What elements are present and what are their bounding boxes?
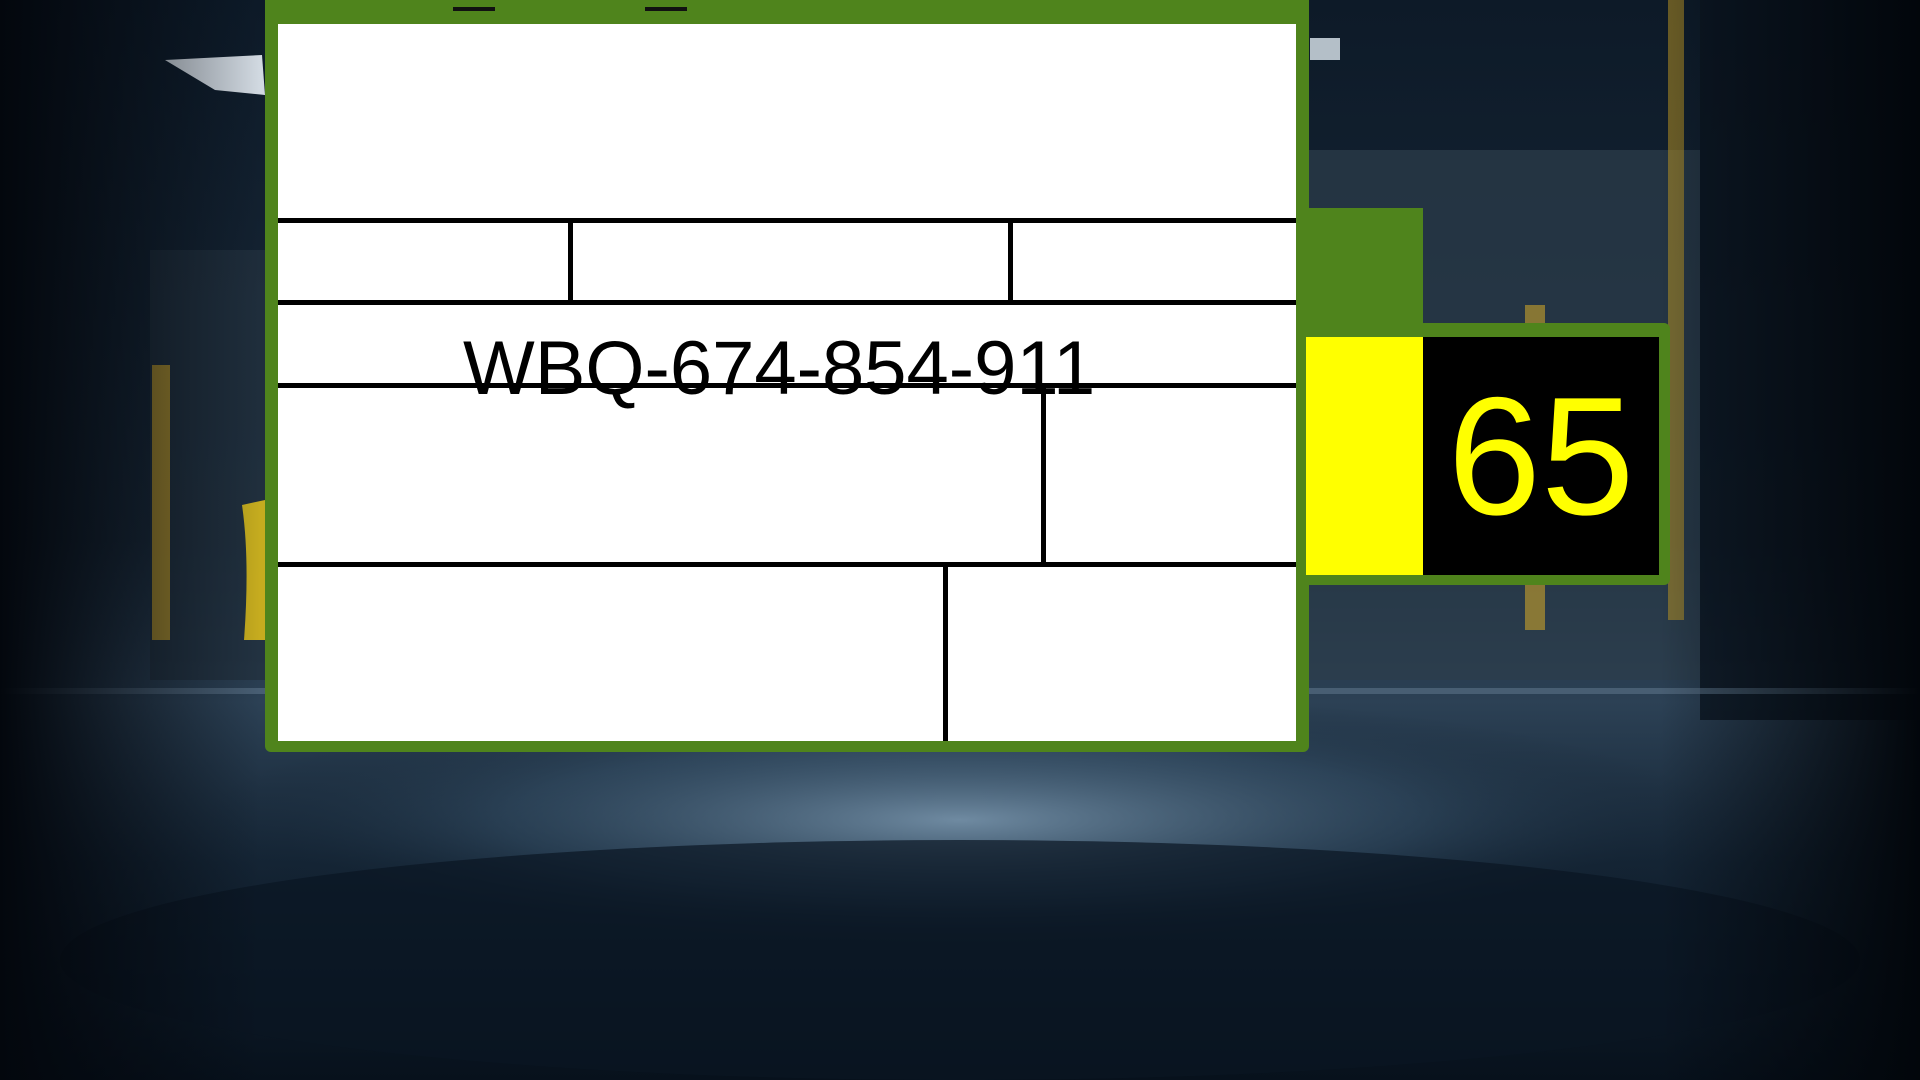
plate-divider-4 [278,562,1296,567]
side-panel-value: 65 [1447,362,1635,550]
top-marker-left [453,7,495,11]
plate-face: WBQ-674-854-911 [278,24,1296,741]
plate-cell-divider-d [943,562,948,741]
plate-cell-divider-b [1008,218,1013,305]
side-panel-indicator [1306,337,1423,575]
plate-divider-1 [278,218,1296,223]
plate-cell-divider-a [568,218,573,305]
side-panel-tab [1306,208,1423,332]
plate-id-text: WBQ-674-854-911 [463,326,1096,411]
license-plate-panel: WBQ-674-854-911 [265,0,1309,752]
top-marker-right [645,7,687,11]
plate-divider-2 [278,300,1296,305]
